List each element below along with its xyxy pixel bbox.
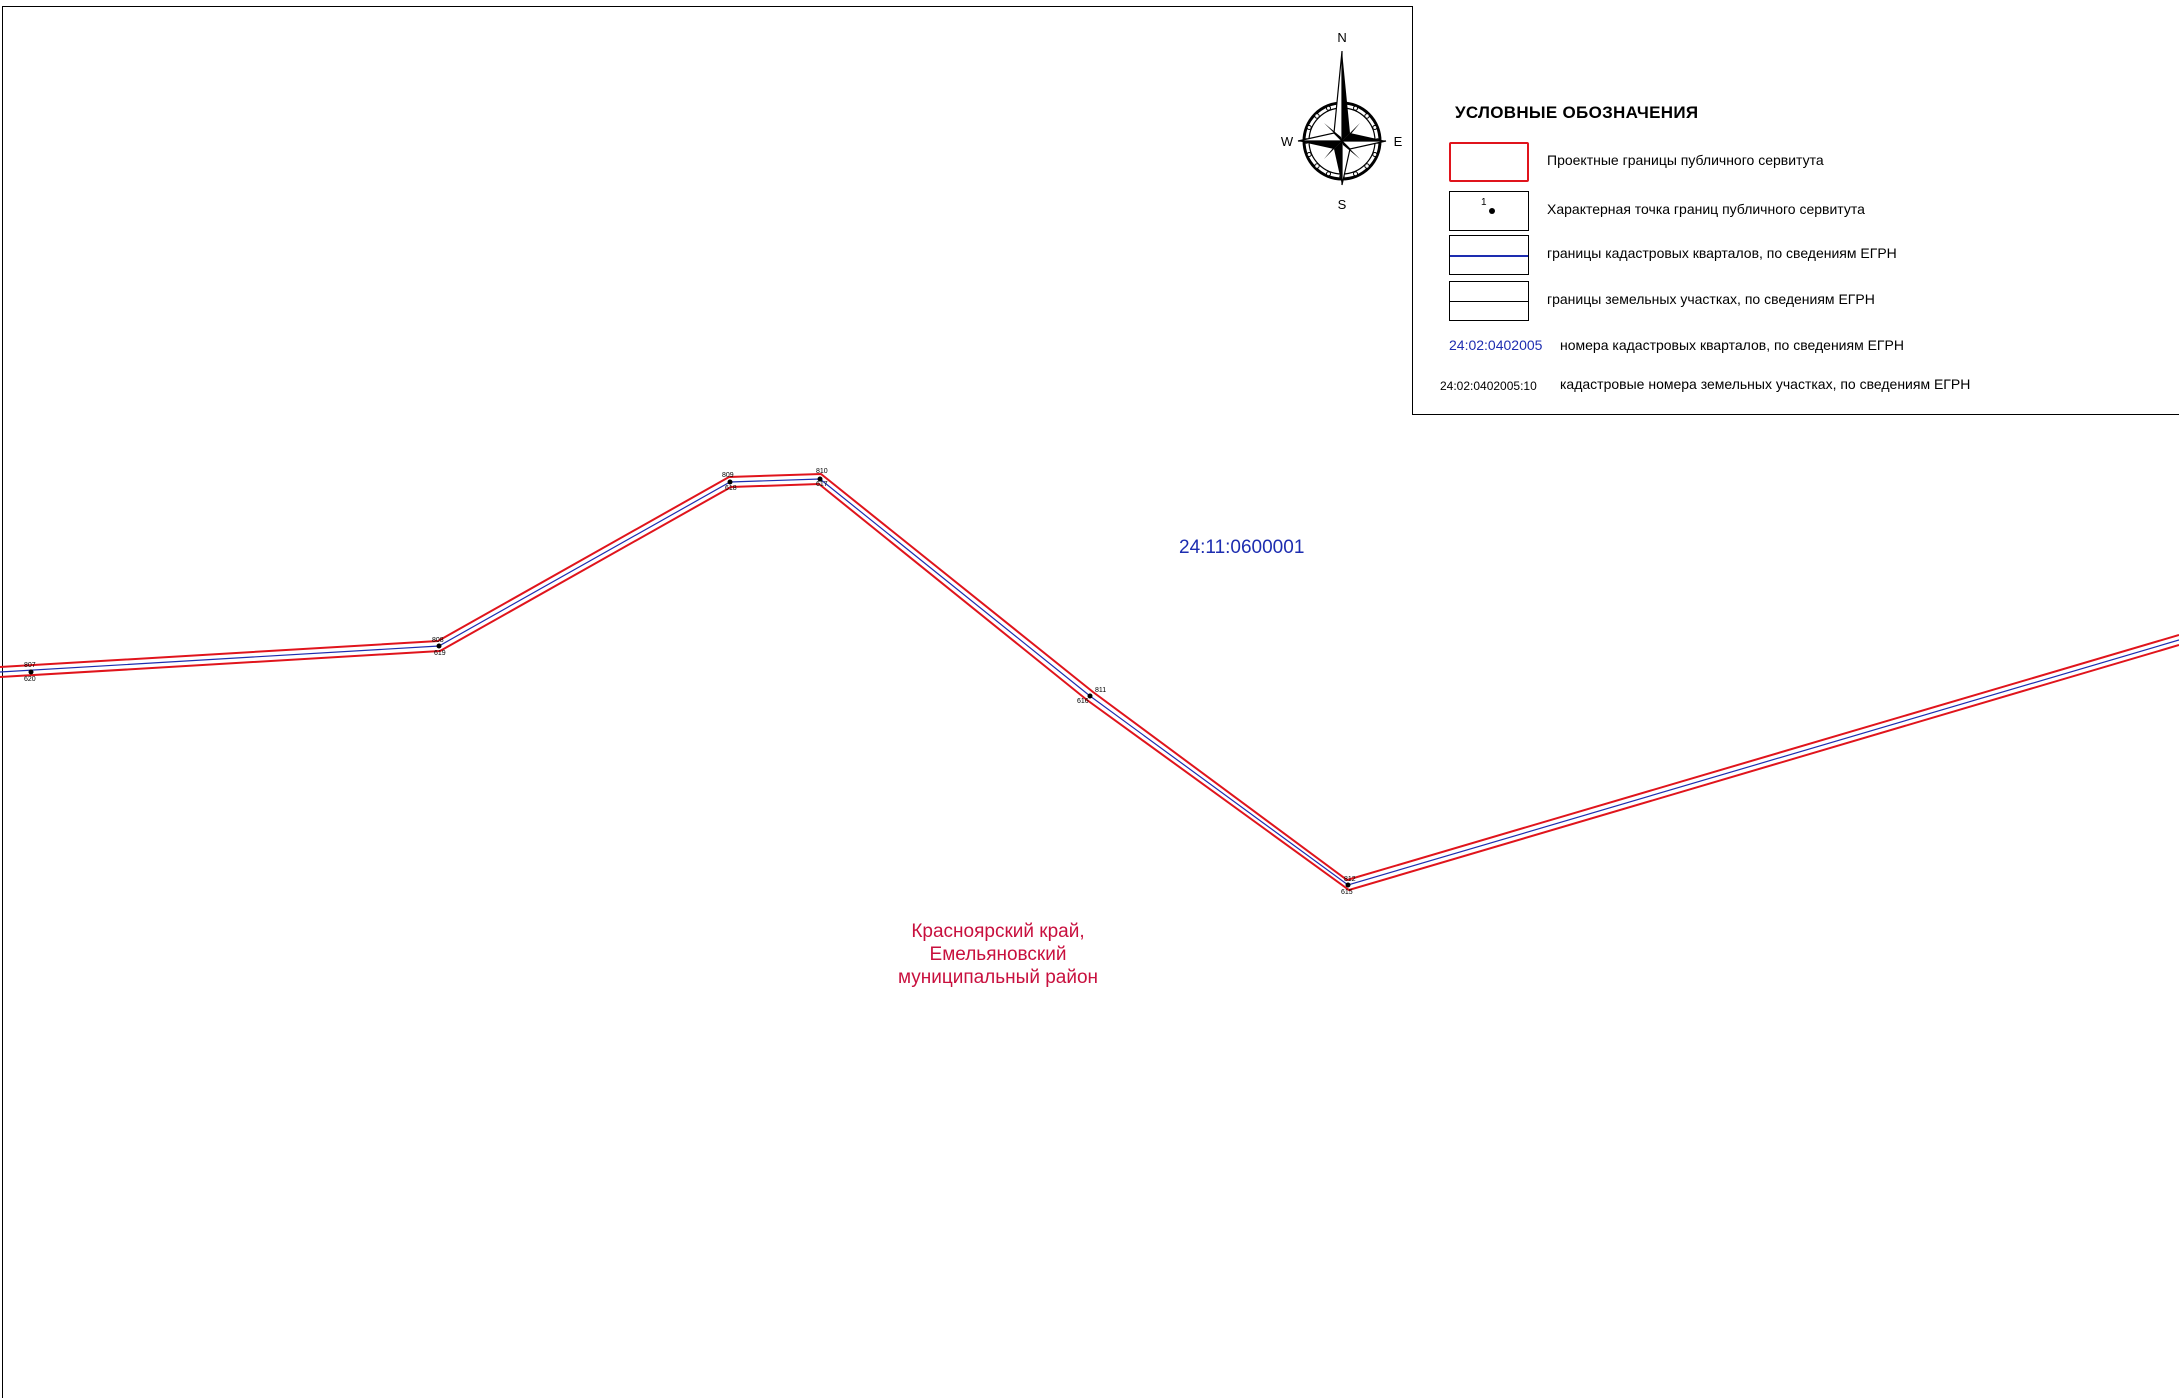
black-line-icon <box>1450 301 1528 302</box>
legend-sample-quarter-number: 24:02:0402005 <box>1449 337 1543 353</box>
region-label-line: Красноярский край, <box>911 921 1085 942</box>
legend-label: номера кадастровых кварталов, по сведени… <box>1560 337 1904 353</box>
point-label-upper: 808 <box>432 637 444 644</box>
legend-label: кадастровые номера земельных участках, п… <box>1560 376 1971 392</box>
quarter-boundary-line <box>0 478 2179 886</box>
region-label: Красноярский край, Емельяновский муницип… <box>868 920 1128 989</box>
legend-point-number: 1 <box>1481 197 1487 208</box>
legend-symbol-parcel-boundary <box>1449 281 1529 321</box>
point-dot-icon <box>1489 208 1495 214</box>
point-label-lower: 615 <box>1341 889 1353 896</box>
servitude-boundary <box>0 472 2179 892</box>
compass-east-label: E <box>1394 134 1403 149</box>
legend-label: Характерная точка границ публичного серв… <box>1547 201 1865 217</box>
cadastral-quarter-label: 24:11:0600001 <box>1179 537 1305 558</box>
legend-symbol-quarter-boundary <box>1449 235 1529 275</box>
point-label-lower: 620 <box>24 676 36 683</box>
compass-rose-icon: N S E W <box>1281 30 1403 212</box>
blue-line-icon <box>1450 255 1528 257</box>
compass-south-label: S <box>1338 197 1347 212</box>
compass-west-label: W <box>1281 134 1294 149</box>
region-label-line: Емельяновский <box>929 944 1067 965</box>
region-label-line: муниципальный район <box>897 967 1099 988</box>
point-label-lower: 616 <box>1077 698 1089 705</box>
legend-label: границы земельных участках, по сведениям… <box>1547 291 1875 307</box>
compass-north-label: N <box>1337 30 1346 45</box>
point-label-lower: 617 <box>816 481 828 488</box>
point-label-upper: 810 <box>816 468 828 475</box>
legend-sample-parcel-number: 24:02:0402005:10 <box>1440 379 1537 393</box>
servitude-boundary-inner <box>0 482 2179 892</box>
point-label-lower: 619 <box>434 650 446 657</box>
point-label-upper: 809 <box>722 472 734 479</box>
legend-panel: УСЛОВНЫЕ ОБОЗНАЧЕНИЯ Проектные границы п… <box>1412 6 2179 415</box>
legend-label: Проектные границы публичного сервитута <box>1547 152 1824 168</box>
map-sheet: 807 620 808 619 809 618 810 617 811 616 … <box>0 0 2179 1398</box>
point-label-upper: 807 <box>24 662 36 669</box>
servitude-boundary-outer <box>0 472 2179 882</box>
point-label-lower: 618 <box>725 485 737 492</box>
legend-symbol-point: 1 <box>1449 191 1529 231</box>
legend-symbol-servitude-boundary <box>1449 142 1529 182</box>
legend-title: УСЛОВНЫЕ ОБОЗНАЧЕНИЯ <box>1455 103 1699 122</box>
boundary-point: 807 620 <box>24 662 36 683</box>
point-label-upper: 811 <box>1095 687 1106 694</box>
boundary-point: 808 619 <box>432 637 446 657</box>
legend-label: границы кадастровых кварталов, по сведен… <box>1547 245 1897 261</box>
point-label-upper: 812 <box>1344 876 1356 883</box>
